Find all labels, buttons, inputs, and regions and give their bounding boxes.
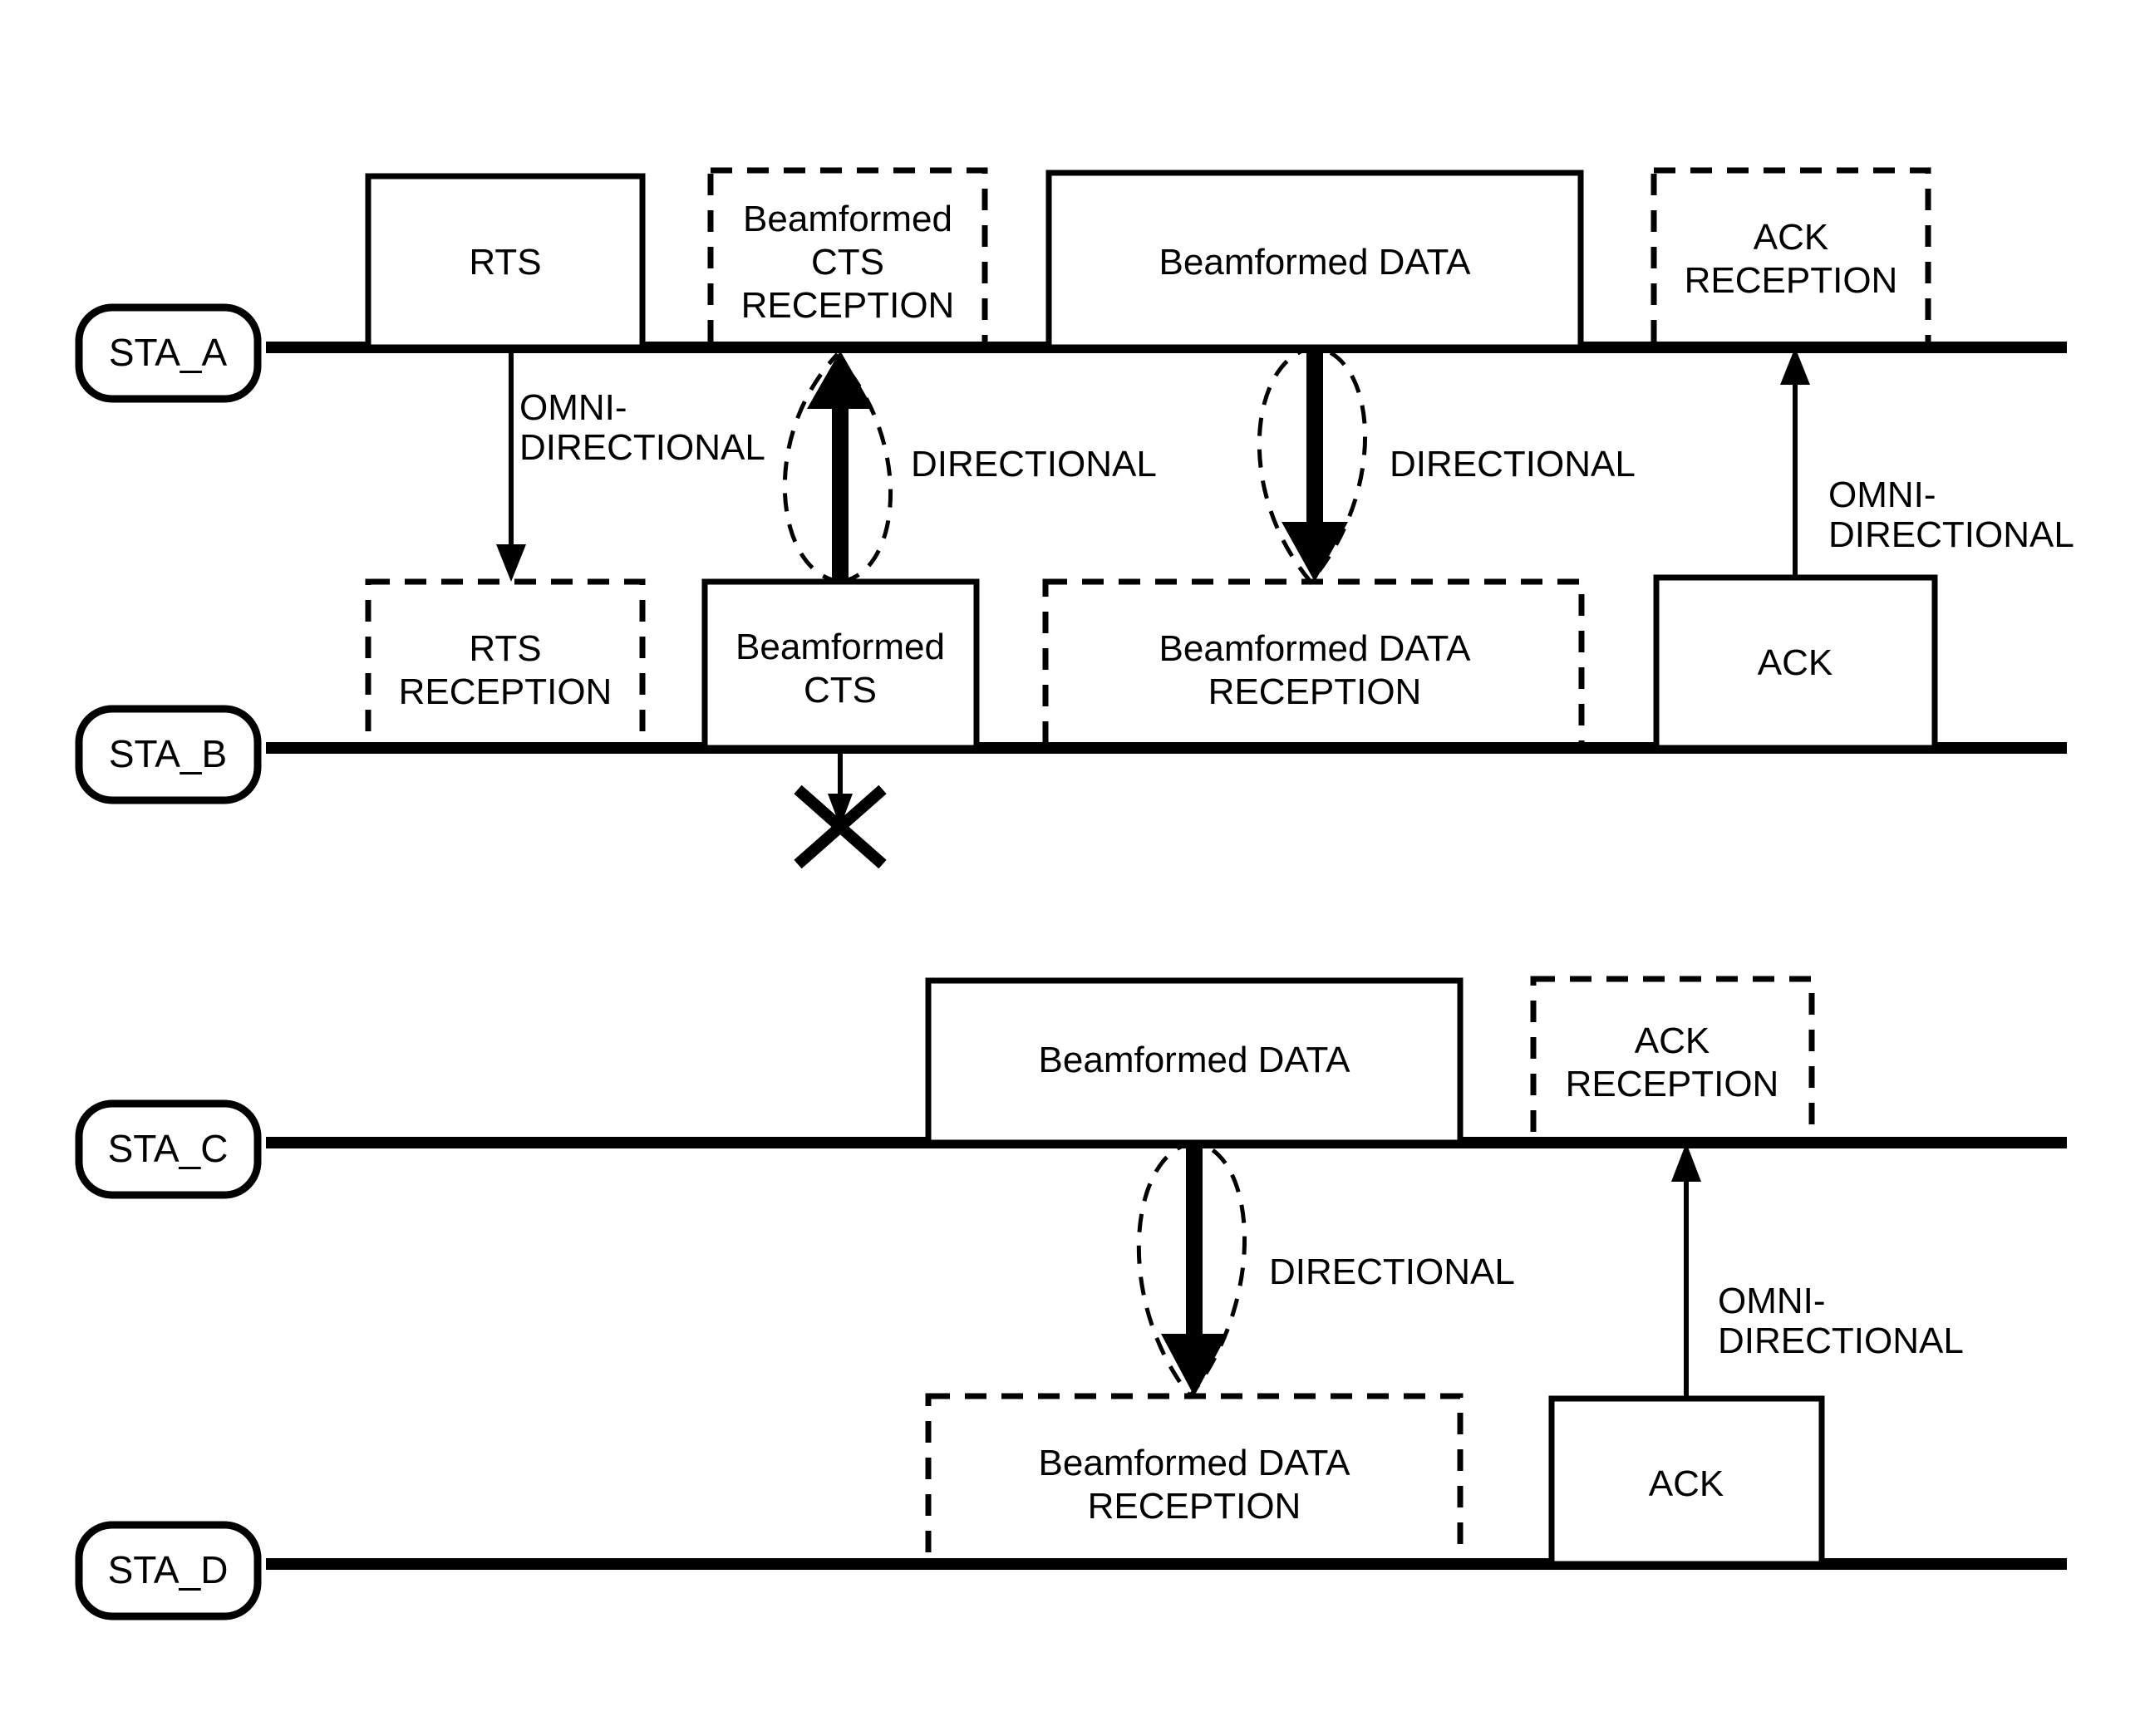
omni-directional-arrow-ack: [1780, 347, 1810, 578]
rts-reception-line-1: RECEPTION: [399, 671, 612, 712]
sta-a-box-rts: RTS: [365, 173, 646, 351]
omni-directional-label-2-line-1: DIRECTIONAL: [1828, 514, 2074, 555]
sta-d-beamformed-data-reception-line-1: RECEPTION: [1088, 1486, 1301, 1527]
timing-diagram: STA_A RTS Beamformed CTS RECEPTION Beamf…: [75, 167, 2074, 1620]
ack-reception-line-1: RECEPTION: [1685, 260, 1898, 301]
sta-a-box-beamformed-cts-reception: Beamformed CTS RECEPTION: [707, 167, 988, 351]
omni-directional-label-3-line-0: OMNI-: [1718, 1281, 1826, 1321]
beamformed-data-line-0: Beamformed DATA: [1159, 242, 1472, 283]
sta-d-box-beamformed-data-reception: Beamformed DATA RECEPTION: [925, 1393, 1464, 1567]
sta-c-node: STA_C: [75, 1099, 262, 1199]
sta-a-node: STA_A: [75, 303, 262, 403]
sta-d-beamformed-data-reception-line-0: Beamformed DATA: [1039, 1443, 1351, 1483]
beamformed-cts-reception-line-2: RECEPTION: [741, 285, 955, 326]
omni-directional-label-3: OMNI- DIRECTIONAL: [1718, 1281, 1964, 1361]
sta-b-box-beamformed-data-reception: Beamformed DATA RECEPTION: [1042, 578, 1585, 751]
directional-label-2: DIRECTIONAL: [1390, 444, 1636, 484]
sta-c-ack-reception-line-1: RECEPTION: [1566, 1064, 1779, 1104]
sta-a-box-ack-reception: ACK RECEPTION: [1651, 167, 1931, 351]
sta-c-box-ack-reception: ACK RECEPTION: [1530, 976, 1815, 1146]
sta-b-box-beamformed-cts: Beamformed CTS: [701, 578, 980, 751]
sta-d-node: STA_D: [75, 1521, 262, 1620]
omni-directional-arrow-ack-d: [1671, 1143, 1701, 1396]
sta-b-label: STA_B: [109, 732, 227, 775]
beamformed-cts-reception-line-1: CTS: [811, 242, 884, 283]
ack-line-0: ACK: [1758, 642, 1833, 683]
omni-arrow-rts-head: [496, 544, 526, 582]
diagram-root: STA_A RTS Beamformed CTS RECEPTION Beamf…: [0, 0, 2140, 1736]
sta-c-label: STA_C: [108, 1127, 229, 1170]
beamformed-cts-reception-line-0: Beamformed: [743, 199, 952, 239]
ack-reception-line-0: ACK: [1754, 217, 1828, 258]
rts-box-line-0: RTS: [469, 242, 541, 283]
directional-label-3: DIRECTIONAL: [1269, 1252, 1515, 1292]
beamformed-cts-line-0: Beamformed: [735, 627, 945, 667]
directional-arrow-cts: [807, 351, 873, 582]
rts-reception-line-0: RTS: [469, 628, 541, 669]
directional-label-1: DIRECTIONAL: [911, 444, 1157, 484]
ack-reception-box-shape: [1651, 167, 1931, 351]
sta-c-box-beamformed-data: Beamformed DATA: [925, 977, 1464, 1146]
beamformed-data-reception-line-0: Beamformed DATA: [1159, 628, 1472, 669]
sta-d-ack-line-0: ACK: [1649, 1463, 1724, 1504]
directional-arrow-data-c: [1161, 1148, 1227, 1396]
sta-a-box-beamformed-data: Beamformed DATA: [1045, 170, 1584, 351]
directional-arrow-data: [1282, 353, 1348, 582]
beamformed-data-reception-line-1: RECEPTION: [1208, 671, 1422, 712]
sta-d-box-ack: ACK: [1548, 1395, 1825, 1567]
sta-b-box-ack: ACK: [1653, 574, 1938, 751]
sta-d-label: STA_D: [108, 1548, 229, 1591]
omni-directional-label-1: OMNI- DIRECTIONAL: [519, 387, 765, 468]
omni-directional-label-2-line-0: OMNI-: [1828, 475, 1936, 515]
sta-b-box-rts-reception: RTS RECEPTION: [365, 578, 646, 751]
omni-directional-label-3-line-1: DIRECTIONAL: [1718, 1320, 1964, 1361]
blocked-transmission-x-icon: [794, 752, 887, 869]
omni-arrow-ack-d-head: [1671, 1143, 1701, 1182]
omni-directional-label-1-line-0: OMNI-: [519, 387, 627, 428]
directional-arrow-data-c-head: [1161, 1334, 1227, 1396]
sta-b-node: STA_B: [75, 705, 262, 804]
omni-directional-label-1-line-1: DIRECTIONAL: [519, 427, 765, 468]
omni-directional-label-2: OMNI- DIRECTIONAL: [1828, 475, 2074, 555]
sta-a-label: STA_A: [109, 331, 228, 374]
sta-c-ack-reception-line-0: ACK: [1635, 1020, 1710, 1061]
beamformed-cts-line-1: CTS: [804, 670, 877, 711]
sta-c-beamformed-data-line-0: Beamformed DATA: [1039, 1040, 1351, 1080]
